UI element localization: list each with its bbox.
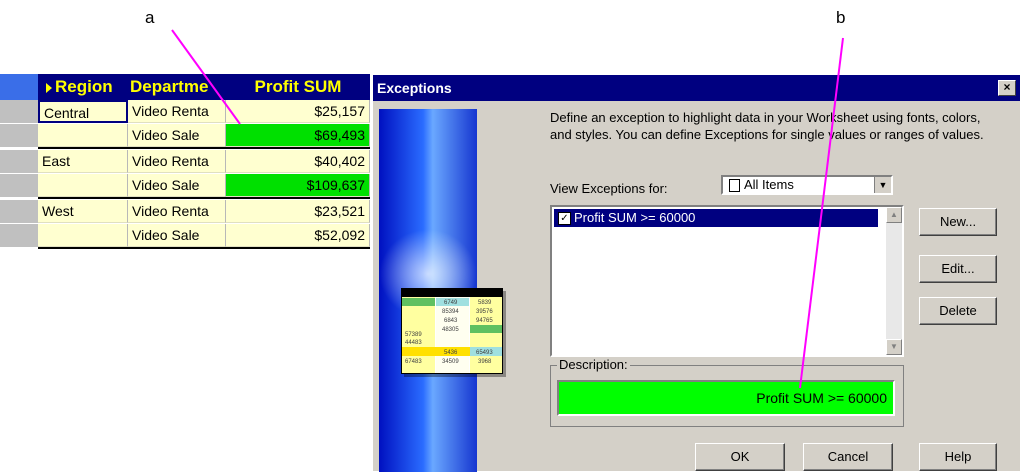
callout-line-a xyxy=(171,29,241,125)
callout-lines xyxy=(171,29,844,389)
callout-line-b xyxy=(799,37,844,389)
